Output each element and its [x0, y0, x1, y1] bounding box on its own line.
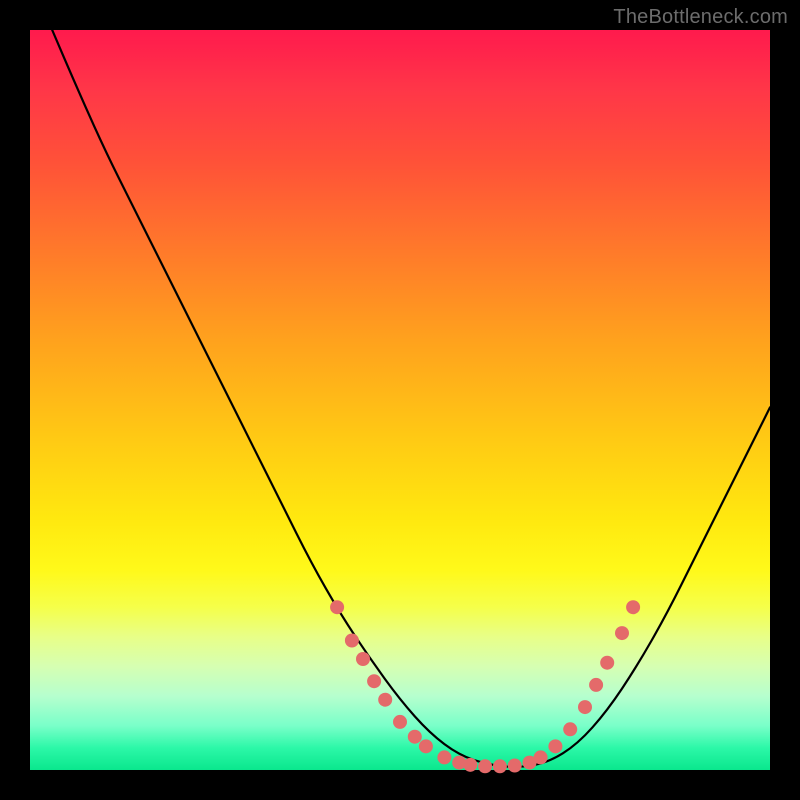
chart-svg [30, 30, 770, 770]
plot-area [30, 30, 770, 770]
curve-marker [493, 759, 507, 773]
curve-marker [578, 700, 592, 714]
curve-marker [626, 600, 640, 614]
curve-marker [330, 600, 344, 614]
curve-marker [378, 693, 392, 707]
curve-marker [345, 634, 359, 648]
curve-marker [367, 674, 381, 688]
curve-marker [548, 739, 562, 753]
curve-marker [534, 750, 548, 764]
curve-marker [463, 758, 477, 772]
curve-marker [437, 750, 451, 764]
chart-frame: TheBottleneck.com [0, 0, 800, 800]
watermark-text: TheBottleneck.com [613, 6, 788, 29]
curve-marker [600, 656, 614, 670]
curve-marker [589, 678, 603, 692]
curve-marker [478, 759, 492, 773]
bottleneck-curve [52, 30, 770, 767]
curve-marker [393, 715, 407, 729]
curve-marker [408, 730, 422, 744]
marker-group [330, 600, 640, 773]
curve-marker [356, 652, 370, 666]
curve-marker [563, 722, 577, 736]
curve-marker [508, 759, 522, 773]
curve-marker [419, 739, 433, 753]
curve-marker [615, 626, 629, 640]
